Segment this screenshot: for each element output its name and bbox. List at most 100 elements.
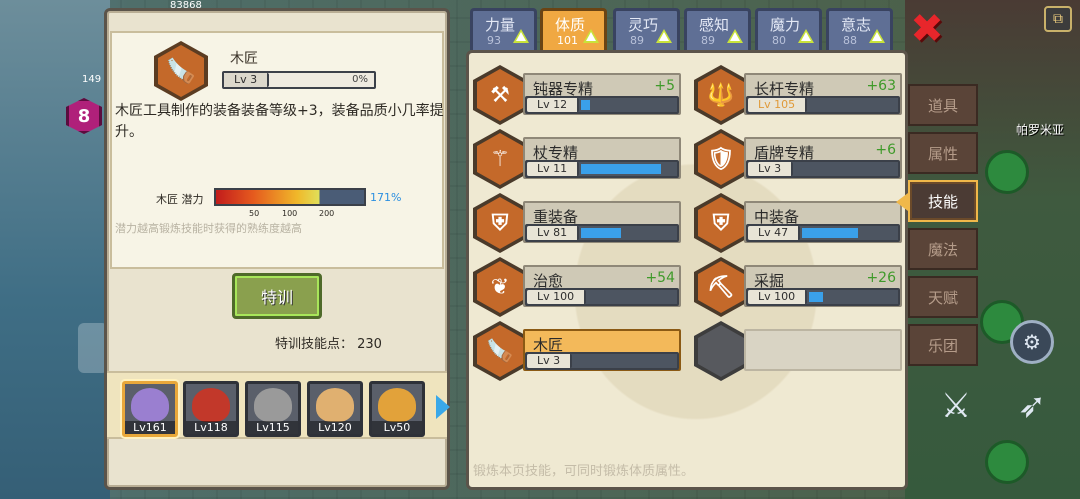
skill-bonus: +54	[645, 270, 675, 286]
stat-tab-magic[interactable]: 魔力 80	[755, 8, 822, 50]
hero-portrait[interactable]: Lv115	[245, 381, 301, 437]
skill-icon-frame: ⚚	[473, 129, 527, 189]
skill-slot[interactable]: ⛏ 采掘 +26 Lv 100	[694, 257, 904, 317]
hero-level: Lv120	[310, 421, 360, 434]
skill-bonus: +63	[866, 78, 896, 94]
hero-level: Lv161	[125, 421, 175, 434]
spear-icon: 🔱	[698, 69, 744, 121]
potential-tick: 200	[319, 209, 335, 218]
stat-up-arrow-icon	[513, 29, 529, 43]
skill-slot[interactable]: ⚚ 杖专精 Lv 11	[473, 129, 683, 189]
menu-attributes[interactable]: 属性	[908, 132, 978, 174]
skill-card: 治愈 +54 Lv 100	[523, 265, 681, 307]
stat-tab-value: 88	[843, 34, 857, 47]
stat-tab-name: 力量	[485, 16, 516, 34]
skill-slot[interactable]: 🛡 盾牌专精 +6 Lv 3	[694, 129, 904, 189]
skill-level-label: Lv 11	[527, 162, 580, 176]
skill-card: 杖专精 Lv 11	[523, 137, 681, 179]
skill-card	[744, 329, 902, 371]
skill-card: 木匠 Lv 3	[523, 329, 681, 371]
menu-band[interactable]: 乐团	[908, 324, 978, 366]
skill-card: 重装备 Lv 81	[523, 201, 681, 243]
skill-card: 长杆专精 +63 Lv 105	[744, 73, 902, 115]
hero-portrait[interactable]: Lv50	[369, 381, 425, 437]
skill-level-label: Lv 3	[527, 354, 573, 368]
skill-slot[interactable]: ⛨ 中装备 Lv 47	[694, 193, 904, 253]
skill-card: 盾牌专精 +6 Lv 3	[744, 137, 902, 179]
stat-tab-value: 80	[772, 34, 786, 47]
hero-art	[131, 388, 169, 422]
mace-icon: ⚒	[477, 69, 523, 121]
skill-level-bar: Lv 100	[746, 288, 900, 306]
skill-icon-frame: 🪚	[154, 41, 208, 101]
hero-level: Lv118	[186, 421, 236, 434]
stat-tab-willpower[interactable]: 意志 88	[826, 8, 893, 50]
skill-level-label: Lv 12	[527, 98, 580, 112]
hero-next-arrow-icon[interactable]	[436, 395, 450, 419]
skill-level-bar: Lv 3 0%	[222, 71, 376, 89]
settings-gear-icon[interactable]: ⚙	[1010, 320, 1054, 364]
stat-tab-constitution[interactable]: 体质 101	[540, 8, 607, 54]
stat-tab-value: 89	[701, 34, 715, 47]
skill-card: 采掘 +26 Lv 100	[744, 265, 902, 307]
tree-sprite	[985, 150, 1029, 194]
skill-slot[interactable]: 🔱 长杆专精 +63 Lv 105	[694, 65, 904, 125]
heavy-armor-icon: ⛨	[477, 197, 523, 249]
sword-attack-icon[interactable]: ⚔	[934, 384, 978, 428]
special-training-button[interactable]: 特训	[232, 273, 322, 319]
skill-icon-frame: ❦	[473, 257, 527, 317]
window-mode-icon[interactable]: ⧉	[1044, 6, 1072, 32]
skill-level-label: Lv 47	[748, 226, 801, 240]
stat-tab-perception[interactable]: 感知 89	[684, 8, 751, 50]
skill-level-bar: Lv 3	[746, 160, 900, 178]
stat-up-arrow-icon	[869, 29, 885, 43]
potential-tick: 50	[249, 209, 260, 218]
skill-slot[interactable]: ❦ 治愈 +54 Lv 100	[473, 257, 683, 317]
potential-hint: 潜力越高锻炼技能时获得的熟练度越高	[115, 222, 302, 235]
menu-magic[interactable]: 魔法	[908, 228, 978, 270]
skill-level-bar: Lv 47	[746, 224, 900, 242]
skill-level-bar: Lv 11	[525, 160, 679, 178]
skill-level-label: Lv 3	[748, 162, 794, 176]
stat-up-arrow-icon	[656, 29, 672, 43]
skill-level-label: Lv 105	[748, 98, 808, 112]
map-location-label: 帕罗米亚	[1015, 123, 1064, 137]
tree-sprite	[985, 440, 1029, 484]
skill-progress-percent: 0%	[352, 74, 368, 85]
skill-card: 钝器专精 +5 Lv 12	[523, 73, 681, 115]
saw-icon: 🪚	[477, 325, 523, 377]
training-points-label: 特训技能点： 230	[275, 337, 382, 352]
menu-talents[interactable]: 天赋	[908, 276, 978, 318]
stat-tab-dexterity[interactable]: 灵巧 89	[613, 8, 680, 50]
skill-slot-selected[interactable]: 🪚 木匠 Lv 3	[473, 321, 683, 381]
gem-counter: 149	[82, 74, 102, 85]
hero-portrait[interactable]: Lv120	[307, 381, 363, 437]
hero-art	[316, 388, 354, 422]
hero-art	[192, 388, 230, 422]
hero-level: Lv115	[248, 421, 298, 434]
stat-tab-name: 意志	[841, 16, 872, 34]
menu-items[interactable]: 道具	[908, 84, 978, 126]
skill-slot[interactable]: ⛨ 重装备 Lv 81	[473, 193, 683, 253]
stat-tab-strength[interactable]: 力量 93	[470, 8, 537, 50]
skill-level-bar: Lv 12	[525, 96, 679, 114]
stat-tab-value: 101	[557, 34, 578, 47]
skill-slot[interactable]: ⚒ 钝器专精 +5 Lv 12	[473, 65, 683, 125]
skill-bonus: +26	[866, 270, 896, 286]
hero-portrait[interactable]: Lv118	[183, 381, 239, 437]
stat-tab-name: 灵巧	[628, 16, 659, 34]
stat-up-arrow-icon	[583, 29, 599, 43]
skill-description: 木匠工具制作的装备装备等级+3，装备品质小几率提升。	[115, 103, 444, 140]
shield-icon: 🛡	[698, 133, 744, 185]
skill-level-bar: Lv 105	[746, 96, 900, 114]
skill-detail-panel: 🪚 木匠 Lv 3 0% 木匠工具制作的装备装备等级+3，装备品质小几率提升。 …	[104, 8, 450, 490]
close-icon[interactable]: ✖	[908, 9, 946, 49]
skill-icon-frame: ⛨	[694, 193, 748, 253]
hero-portrait[interactable]: Lv161	[122, 381, 178, 437]
skill-card: 中装备 Lv 47	[744, 201, 902, 243]
skill-progress-fill	[802, 228, 858, 238]
stat-up-arrow-icon	[798, 29, 814, 43]
hero-art	[254, 388, 292, 422]
bow-attack-icon[interactable]: ➶	[1010, 384, 1054, 428]
menu-skills[interactable]: 技能	[908, 180, 978, 222]
